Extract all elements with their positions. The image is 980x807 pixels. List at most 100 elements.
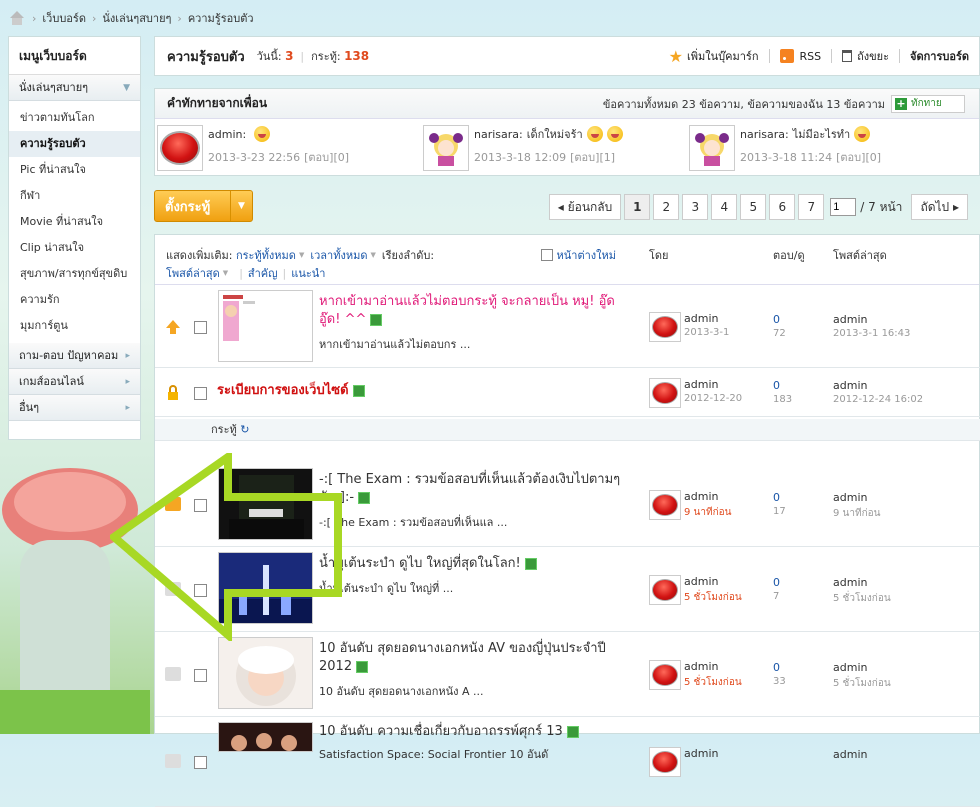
breadcrumb-item[interactable]: เว็บบอร์ด bbox=[42, 9, 86, 27]
table-row[interactable]: 10 อันดับ ความเชื่อเกี่ยวกับอาถรรพ์ศุกร์… bbox=[155, 717, 980, 807]
breadcrumb-item[interactable]: ความรู้รอบตัว bbox=[188, 9, 254, 27]
prev-page-button[interactable]: ◂ ย้อนกลับ bbox=[548, 194, 622, 220]
reply-count[interactable]: 0 bbox=[773, 661, 786, 674]
page-button[interactable]: 5 bbox=[740, 194, 767, 220]
rss-link[interactable]: RSS bbox=[779, 49, 821, 63]
anime-avatar-icon bbox=[695, 133, 729, 166]
sidebar-group-header[interactable]: เกมส์ออนไลน์ ▸ bbox=[9, 369, 140, 395]
author-name[interactable]: admin bbox=[684, 312, 729, 325]
sidebar-group-header[interactable]: ถาม-ตอบ ปัญหาคอม ▸ bbox=[9, 343, 140, 369]
thread-checkbox[interactable] bbox=[194, 756, 207, 769]
last-post-user[interactable]: admin bbox=[833, 661, 891, 674]
last-post-user[interactable]: admin bbox=[833, 576, 891, 589]
page-button[interactable]: 4 bbox=[711, 194, 738, 220]
sidebar-item[interactable]: ข่าวตามทันโลก bbox=[9, 105, 140, 131]
thread-checkbox[interactable] bbox=[194, 668, 207, 682]
filter-all-time[interactable]: เวลาทั้งหมด bbox=[310, 246, 367, 264]
shout-reply-link[interactable]: [ตอบ][0] bbox=[304, 151, 349, 164]
avatar[interactable] bbox=[157, 125, 203, 171]
page-input[interactable] bbox=[830, 198, 857, 216]
author-name[interactable]: admin bbox=[684, 575, 742, 588]
page-button[interactable]: 6 bbox=[769, 194, 796, 220]
author-name[interactable]: admin bbox=[684, 490, 731, 503]
last-post-user[interactable]: admin bbox=[833, 491, 880, 504]
new-window-checkbox[interactable] bbox=[541, 249, 553, 261]
view-count: 7 bbox=[773, 590, 780, 602]
table-row[interactable]: หากเข้ามาอ่านแล้วไม่ตอบกระทู้ จะกลายเป็น… bbox=[155, 285, 980, 368]
reply-count[interactable]: 0 bbox=[773, 491, 786, 504]
thread-title[interactable]: ระเบียบการของเว็บไซด์ bbox=[217, 382, 537, 400]
sidebar-list: ข่าวตามทันโลก ความรู้รอบตัว Pic ที่น่าสนใจ… bbox=[9, 101, 140, 343]
sidebar-item[interactable]: สุขภาพ/สารทุกข์สุขดิบ bbox=[9, 261, 140, 287]
greet-button[interactable]: + ทักทาย bbox=[891, 94, 965, 113]
avatar[interactable] bbox=[689, 125, 735, 171]
thread-title[interactable]: น้ำพุเต้นระบำ ดูไบ ใหญ่ที่สุดในโลก! bbox=[319, 555, 639, 573]
sidebar-item[interactable]: มุมการ์ตูน bbox=[9, 313, 140, 339]
breadcrumb: › เว็บบอร์ด › นั่งเล่นๆสบายๆ › ความรู้รอ… bbox=[0, 0, 980, 36]
bookmark-link[interactable]: ★ เพิ่มในบุ๊คมาร์ก bbox=[669, 47, 759, 66]
author-name[interactable]: admin bbox=[684, 660, 742, 673]
avatar[interactable] bbox=[649, 490, 681, 520]
avatar[interactable] bbox=[649, 574, 681, 605]
last-post-user[interactable]: admin bbox=[833, 748, 867, 761]
thread-thumbnail[interactable] bbox=[218, 722, 313, 752]
thread-thumbnail[interactable] bbox=[218, 290, 313, 362]
next-page-button[interactable]: ถัดไป ▸ bbox=[911, 194, 968, 220]
thread-title[interactable]: -:[ The Exam : รวมข้อสอบที่เห็นแล้วต้องเ… bbox=[319, 471, 639, 507]
sidebar-item[interactable]: ความรู้รอบตัว bbox=[9, 131, 140, 157]
filter-recommend[interactable]: แนะนำ bbox=[291, 264, 325, 282]
shout-time: 2013-3-18 12:09 bbox=[474, 151, 567, 164]
thread-checkbox[interactable] bbox=[194, 320, 207, 334]
thread-title[interactable]: หากเข้ามาอ่านแล้วไม่ตอบกระทู้ จะกลายเป็น… bbox=[319, 293, 639, 329]
shout-reply-link[interactable]: [ตอบ][0] bbox=[836, 151, 881, 164]
sidebar-item[interactable]: กีฬา bbox=[9, 183, 140, 209]
thread-title[interactable]: 10 อันดับ สุดยอดนางเอกหนัง AV ของญี่ปุ่น… bbox=[319, 640, 639, 676]
sidebar-item[interactable]: Clip น่าสนใจ bbox=[9, 235, 140, 261]
sidebar-group-header[interactable]: อื่นๆ ▸ bbox=[9, 395, 140, 421]
refresh-icon[interactable]: ↻ bbox=[237, 423, 249, 436]
post-date: 9 นาทีก่อน bbox=[684, 507, 732, 518]
sidebar-group-header[interactable]: นั่งเล่นๆสบายๆ ▼ bbox=[9, 75, 140, 101]
sidebar-item[interactable]: Movie ที่น่าสนใจ bbox=[9, 209, 140, 235]
home-icon[interactable] bbox=[8, 11, 26, 25]
page-title: ความรู้รอบตัว bbox=[167, 49, 245, 65]
page-button[interactable]: 2 bbox=[653, 194, 680, 220]
avatar[interactable] bbox=[649, 747, 681, 777]
thread-thumbnail[interactable] bbox=[218, 637, 313, 709]
chevron-down-icon[interactable]: ▼ bbox=[230, 191, 252, 221]
sidebar-item[interactable]: Pic ที่น่าสนใจ bbox=[9, 157, 140, 183]
thread-checkbox[interactable] bbox=[194, 386, 207, 400]
avatar[interactable] bbox=[649, 659, 681, 690]
reply-count[interactable]: 0 bbox=[773, 313, 786, 326]
sidebar-item[interactable]: ความรัก bbox=[9, 287, 140, 313]
page-button[interactable]: 3 bbox=[682, 194, 709, 220]
shout-item: narisara: เด็กใหม่จร้า 2013-3-18 12:09 [ตอบ… bbox=[423, 125, 689, 171]
shout-user[interactable]: narisara: bbox=[474, 128, 523, 141]
table-row[interactable]: ระเบียบการของเว็บไซด์ admin 2012-12-20 0 183… bbox=[155, 368, 980, 417]
shout-item: admin: 2013-3-23 22:56 [ตอบ][0] bbox=[157, 125, 423, 171]
recycle-bin-link[interactable]: ถังขยะ bbox=[842, 47, 889, 65]
table-row[interactable]: 10 อันดับ สุดยอดนางเอกหนัง AV ของญี่ปุ่น… bbox=[155, 632, 980, 717]
new-thread-button[interactable]: ตั้งกระทู้ ▼ bbox=[154, 190, 253, 222]
last-post-user[interactable]: admin bbox=[833, 313, 910, 326]
reply-count[interactable]: 0 bbox=[773, 576, 780, 589]
avatar[interactable] bbox=[649, 311, 681, 342]
thread-title[interactable]: 10 อันดับ ความเชื่อเกี่ยวกับอาถรรพ์ศุกร์… bbox=[319, 723, 639, 741]
author-name[interactable]: admin bbox=[684, 747, 718, 760]
filter-all-threads[interactable]: กระทู้ทั้งหมด bbox=[236, 246, 296, 264]
avatar[interactable] bbox=[649, 377, 681, 408]
page-button[interactable]: 7 bbox=[798, 194, 825, 220]
reply-count[interactable]: 0 bbox=[773, 379, 792, 392]
shout-user[interactable]: narisara: bbox=[740, 128, 789, 141]
manage-board-link[interactable]: จัดการบอร์ด bbox=[910, 47, 969, 65]
avatar[interactable] bbox=[423, 125, 469, 171]
page-button[interactable]: 1 bbox=[624, 194, 651, 220]
shout-user[interactable]: admin: bbox=[208, 128, 246, 141]
shout-reply-link[interactable]: [ตอบ][1] bbox=[570, 151, 615, 164]
last-post-user[interactable]: admin bbox=[833, 379, 923, 392]
filter-important[interactable]: สำคัญ bbox=[248, 264, 278, 282]
col-latest: โพสต์ล่าสุด bbox=[833, 249, 887, 262]
sort-last-post[interactable]: โพสต์ล่าสุด bbox=[166, 264, 220, 282]
breadcrumb-item[interactable]: นั่งเล่นๆสบายๆ bbox=[102, 9, 171, 27]
author-name[interactable]: admin bbox=[684, 378, 742, 391]
